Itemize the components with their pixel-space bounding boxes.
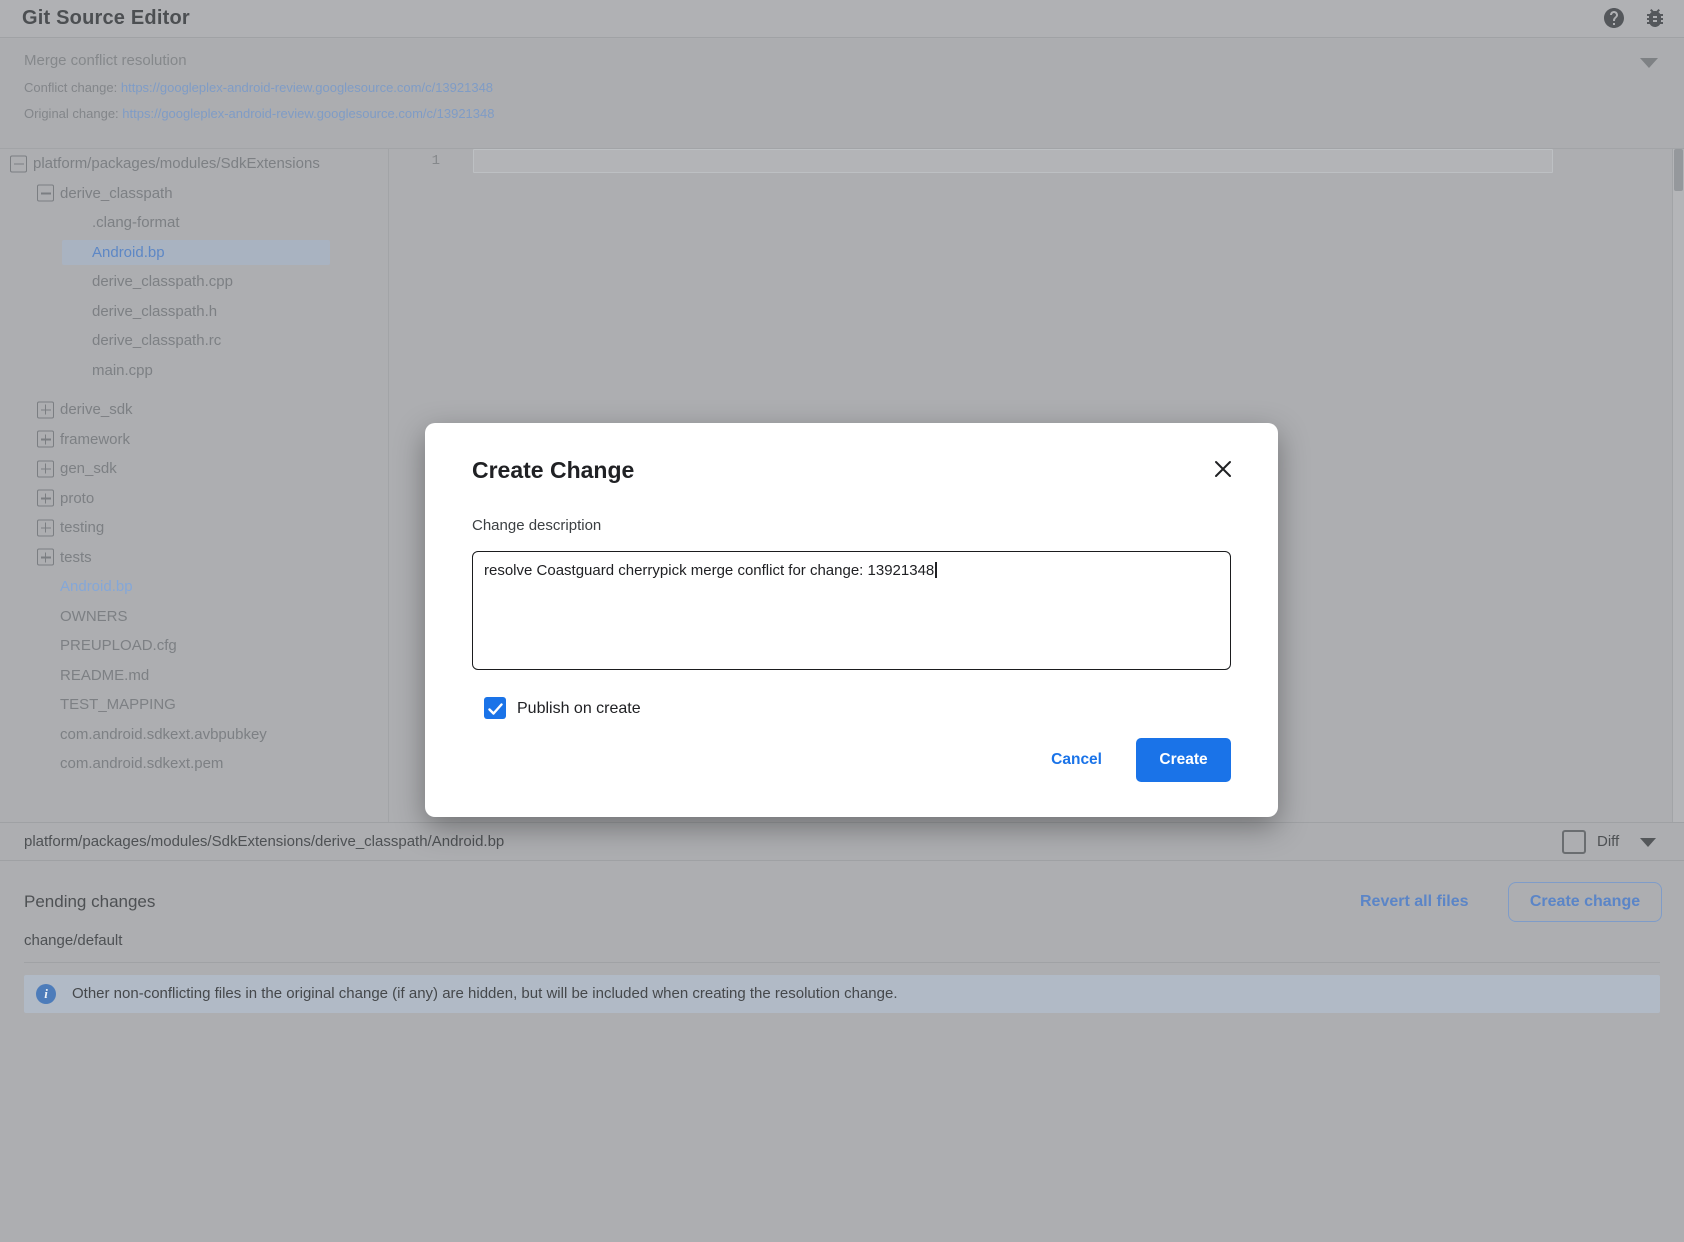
tree-item[interactable]: gen_sdk: [0, 454, 388, 484]
dialog-actions: Cancel Create: [1051, 738, 1231, 782]
tree-item[interactable]: testing: [0, 513, 388, 543]
tree-item-label: derive_classpath.rc: [92, 326, 221, 356]
current-file-path: platform/packages/modules/SdkExtensions/…: [24, 823, 504, 861]
tree-item-label: tests: [60, 543, 92, 573]
collapse-toggle-icon[interactable]: [10, 155, 27, 172]
diff-label: Diff: [1597, 823, 1619, 861]
tree-item[interactable]: tests: [0, 543, 388, 573]
info-banner: i Other non-conflicting files in the ori…: [24, 975, 1660, 1013]
tree-item[interactable]: TEST_MAPPING: [0, 690, 388, 720]
conflict-change-link[interactable]: https://googleplex-android-review.google…: [121, 80, 493, 95]
tree-item-label: PREUPLOAD.cfg: [60, 631, 177, 661]
create-change-dialog: Create Change Change description resolve…: [425, 423, 1278, 817]
expand-toggle-icon[interactable]: [37, 490, 54, 507]
tree-item-label: derive_classpath.h: [92, 297, 217, 327]
file-tree: platform/packages/modules/SdkExtensionsd…: [0, 149, 388, 822]
tree-item-label: derive_sdk: [60, 395, 133, 425]
tree-item-label: platform/packages/modules/SdkExtensions: [33, 149, 320, 179]
info-icon: i: [36, 984, 56, 1004]
diff-checkbox[interactable]: [1562, 830, 1586, 854]
tree-item[interactable]: derive_classpath.rc: [0, 326, 388, 356]
tree-item[interactable]: proto: [0, 484, 388, 514]
pending-changes-title: Pending changes: [24, 882, 155, 922]
tree-item[interactable]: derive_classpath.h: [0, 297, 388, 327]
tree-item[interactable]: derive_classpath.cpp: [0, 267, 388, 297]
change-description-input[interactable]: resolve Coastguard cherrypick merge conf…: [472, 551, 1231, 670]
tree-item[interactable]: com.android.sdkext.pem: [0, 749, 388, 779]
tree-item[interactable]: .clang-format: [0, 208, 388, 238]
expand-toggle-icon[interactable]: [37, 519, 54, 536]
line-number: 1: [390, 149, 440, 173]
app-title: Git Source Editor: [22, 7, 190, 30]
tree-item-label: README.md: [60, 661, 149, 691]
tree-item-label: main.cpp: [92, 356, 153, 386]
info-banner-text: Other non-conflicting files in the origi…: [72, 975, 898, 1013]
change-description-value: resolve Coastguard cherrypick merge conf…: [484, 562, 934, 579]
create-change-button[interactable]: Create change: [1508, 882, 1662, 922]
tree-item-label: Android.bp: [60, 572, 133, 602]
expand-toggle-icon[interactable]: [37, 431, 54, 448]
cancel-button[interactable]: Cancel: [1051, 751, 1102, 769]
change-description-label: Change description: [472, 517, 601, 534]
tree-item[interactable]: Android.bp: [0, 238, 388, 268]
tree-item-label: framework: [60, 425, 130, 455]
tree-item-label: proto: [60, 484, 94, 514]
tree-editor-divider: [388, 149, 389, 822]
tree-item[interactable]: Android.bp: [0, 572, 388, 602]
tree-item[interactable]: derive_sdk: [0, 395, 388, 425]
editor-empty-line[interactable]: [473, 149, 1553, 173]
tree-item-label: derive_classpath: [60, 179, 173, 209]
publish-on-create-checkbox[interactable]: [484, 697, 506, 719]
tree-item[interactable]: framework: [0, 425, 388, 455]
header-icons: [1602, 6, 1667, 30]
tree-item-label: Android.bp: [92, 238, 165, 268]
original-change-link[interactable]: https://googleplex-android-review.google…: [122, 106, 494, 121]
close-icon[interactable]: [1210, 457, 1236, 483]
tree-item-label: derive_classpath.cpp: [92, 267, 233, 297]
conflict-change-label: Conflict change:: [24, 80, 117, 95]
expand-toggle-icon[interactable]: [37, 549, 54, 566]
git-source-editor-app: Git Source Editor Merge conflict resolut…: [0, 0, 1684, 1242]
tree-item-label: gen_sdk: [60, 454, 117, 484]
tree-item-label: TEST_MAPPING: [60, 690, 176, 720]
conflict-change-row: Conflict change: https://googleplex-andr…: [24, 80, 493, 95]
tree-item[interactable]: com.android.sdkext.avbpubkey: [0, 720, 388, 750]
create-button[interactable]: Create: [1136, 738, 1231, 782]
original-change-row: Original change: https://googleplex-andr…: [24, 106, 494, 121]
tree-item[interactable]: derive_classpath: [0, 179, 388, 209]
file-path-bar: platform/packages/modules/SdkExtensions/…: [0, 822, 1684, 861]
tree-item[interactable]: OWNERS: [0, 602, 388, 632]
tree-item[interactable]: platform/packages/modules/SdkExtensions: [0, 149, 388, 179]
tree-item[interactable]: README.md: [0, 661, 388, 691]
collapse-toggle-icon[interactable]: [37, 185, 54, 202]
app-header: Git Source Editor: [0, 0, 1684, 38]
arrow-drop-down-icon[interactable]: [1640, 838, 1656, 847]
expand-toggle-icon[interactable]: [37, 401, 54, 418]
editor-scrollbar-track[interactable]: [1673, 149, 1684, 822]
pending-divider: [24, 962, 1660, 963]
tree-item[interactable]: main.cpp: [0, 356, 388, 386]
editor-scrollbar-thumb[interactable]: [1674, 149, 1683, 191]
tree-item-label: .clang-format: [92, 208, 180, 238]
text-cursor: [935, 562, 937, 578]
merge-conflict-panel: Merge conflict resolution Conflict chang…: [0, 39, 1684, 148]
branch-name: change/default: [24, 928, 122, 954]
bug-icon[interactable]: [1643, 6, 1667, 30]
publish-on-create-label[interactable]: Publish on create: [517, 697, 641, 720]
tree-item-label: testing: [60, 513, 104, 543]
revert-all-files-button[interactable]: Revert all files: [1352, 882, 1477, 922]
tree-item-label: OWNERS: [60, 602, 128, 632]
original-change-label: Original change:: [24, 106, 119, 121]
merge-panel-title: Merge conflict resolution: [24, 52, 187, 69]
chevron-down-icon[interactable]: [1640, 58, 1658, 68]
tree-item-label: com.android.sdkext.avbpubkey: [60, 720, 267, 750]
help-icon[interactable]: [1602, 6, 1626, 30]
expand-toggle-icon[interactable]: [37, 460, 54, 477]
tree-item-label: com.android.sdkext.pem: [60, 749, 223, 779]
tree-item[interactable]: PREUPLOAD.cfg: [0, 631, 388, 661]
dialog-title: Create Change: [472, 457, 634, 484]
